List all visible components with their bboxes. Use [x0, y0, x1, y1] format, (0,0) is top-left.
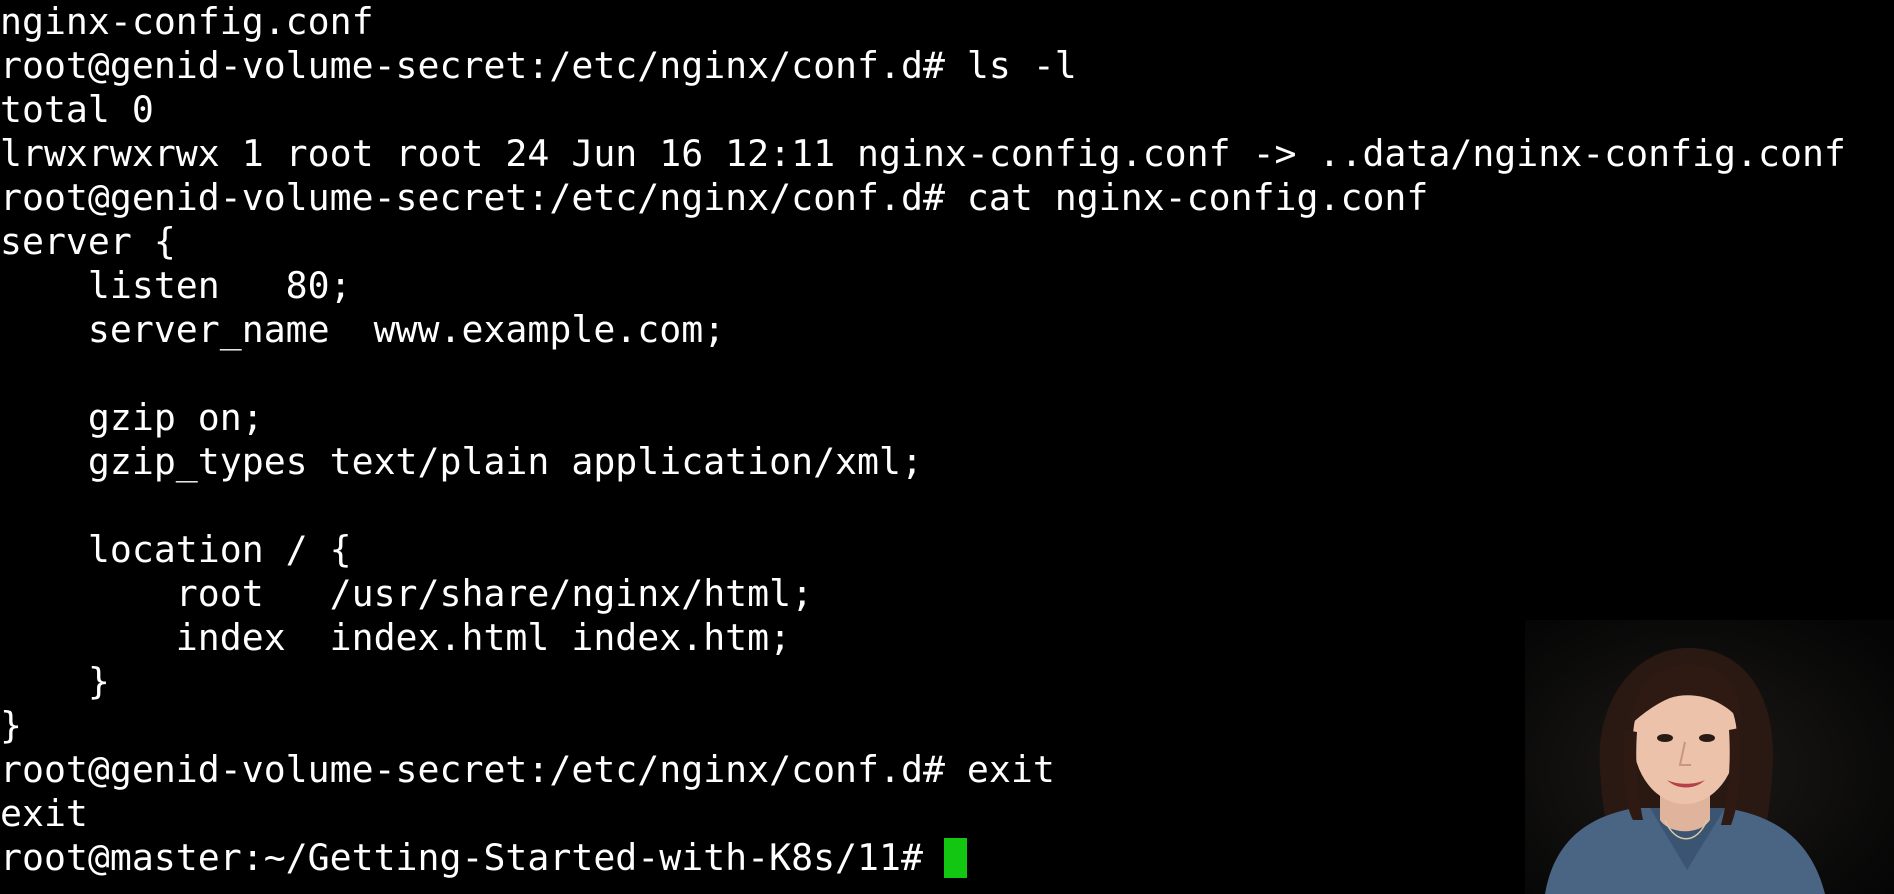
terminal-line: }: [0, 704, 22, 747]
terminal-line: gzip_types text/plain application/xml;: [0, 440, 923, 483]
terminal-line: lrwxrwxrwx 1 root root 24 Jun 16 12:11 n…: [0, 132, 1846, 175]
terminal-line: root@genid-volume-secret:/etc/nginx/conf…: [0, 176, 1429, 219]
terminal-line: total 0: [0, 88, 154, 131]
presenter-figure-icon: [1525, 620, 1894, 894]
terminal-line: listen 80;: [0, 264, 352, 307]
terminal-line: exit: [0, 792, 88, 835]
terminal-line: root /usr/share/nginx/html;: [0, 572, 814, 615]
terminal-line: }: [0, 660, 110, 703]
terminal-line: root@genid-volume-secret:/etc/nginx/conf…: [0, 44, 1077, 87]
terminal-line: root@genid-volume-secret:/etc/nginx/conf…: [0, 748, 1055, 791]
terminal-line: location / {: [0, 528, 352, 571]
terminal-line: nginx-config.conf: [0, 0, 374, 43]
terminal-line: server_name www.example.com;: [0, 308, 726, 351]
terminal-line: gzip on;: [0, 396, 264, 439]
terminal-cursor[interactable]: [944, 838, 967, 878]
terminal-prompt-line[interactable]: root@master:~/Getting-Started-with-K8s/1…: [0, 836, 945, 880]
terminal-line: server {: [0, 220, 176, 263]
terminal-line: index index.html index.htm;: [0, 616, 792, 659]
presenter-video-overlay: [1525, 620, 1894, 894]
